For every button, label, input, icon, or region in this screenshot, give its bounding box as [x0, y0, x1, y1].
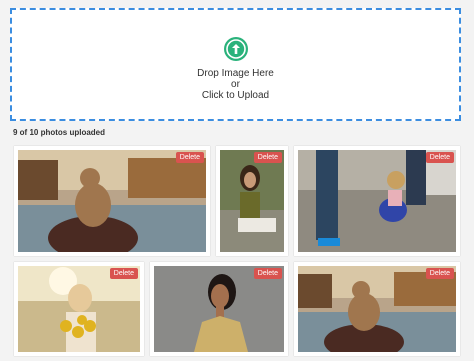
photo-card: Delete	[294, 146, 460, 256]
upload-count: 9 of 10 photos uploaded	[13, 128, 106, 137]
drop-text-line1: Drop Image Here	[197, 68, 274, 79]
dropzone-instructions: Drop Image Here or Click to Upload	[12, 68, 459, 101]
photo-card: Delete	[14, 146, 210, 256]
upload-dropzone[interactable]: Drop Image Here or Click to Upload	[10, 8, 461, 121]
delete-button[interactable]: Delete	[109, 268, 138, 279]
drop-text-line3: Click to Upload	[201, 90, 270, 101]
delete-button[interactable]: Delete	[425, 152, 454, 163]
photo-card: Delete	[216, 146, 288, 256]
delete-button[interactable]: Delete	[253, 152, 282, 163]
photo-card: Delete	[150, 262, 288, 356]
delete-button[interactable]: Delete	[175, 152, 204, 163]
photo-card: Delete	[14, 262, 144, 356]
drop-text-line2: or	[231, 79, 240, 90]
photo-card: Delete	[294, 262, 460, 356]
upload-arrow-icon	[223, 37, 248, 61]
photo-woman-sitting-on-steps	[220, 150, 284, 252]
delete-button[interactable]: Delete	[253, 268, 282, 279]
delete-button[interactable]: Delete	[425, 268, 454, 279]
photo-child-on-steps	[298, 150, 456, 252]
photo-woman-by-canal	[18, 150, 206, 252]
